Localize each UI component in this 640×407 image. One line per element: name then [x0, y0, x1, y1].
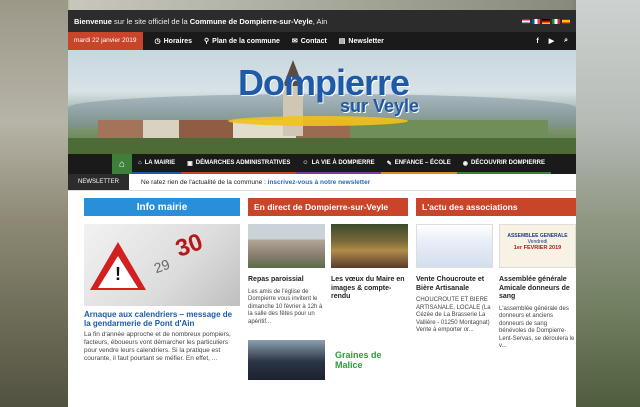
- list-item[interactable]: Repas paroissial Les amis de l'église de…: [248, 224, 325, 326]
- article-excerpt-repas: Les amis de l'église de Dompierre vous i…: [248, 288, 323, 325]
- calendar-warning-image[interactable]: ! 30 29: [84, 224, 240, 306]
- newsletter-bar: NEWSLETTER Ne ratez rien de l'actualité …: [68, 174, 576, 191]
- nav-plan-commune[interactable]: ⚲ Plan de la commune: [204, 37, 280, 46]
- newsletter-text: Ne ratez rien de l'actualité de la commu…: [141, 178, 371, 186]
- nav-la-mairie[interactable]: ⌂ LA MAIRIE: [132, 154, 182, 174]
- main-nav: ⌂ ⌂ LA MAIRIE ▣ DÉMARCHES ADMINISTRATIVES …: [68, 154, 576, 174]
- choucroute-poster: [416, 224, 493, 268]
- newspaper-icon: ▤: [338, 38, 346, 45]
- facebook-icon[interactable]: f: [536, 38, 538, 45]
- camera-icon: ◉: [462, 160, 468, 167]
- flag-de-icon[interactable]: [542, 18, 550, 24]
- flag-es-icon[interactable]: [562, 18, 570, 24]
- nav-enfance-ecole[interactable]: ✎ ENFANCE – ÉCOLE: [380, 154, 457, 174]
- language-flags: [522, 18, 570, 24]
- welcome-text: Bienvenue sur le site officiel de la Com…: [74, 16, 328, 26]
- nav-vie-dompierre[interactable]: ☺ LA VIE À DOMPIERRE: [296, 154, 381, 174]
- nav-newsletter[interactable]: ▤ Newsletter: [338, 37, 384, 46]
- article-title-repas[interactable]: Repas paroissial: [248, 276, 325, 285]
- list-item[interactable]: Vente Choucroute et Bière Artisanale CHO…: [416, 224, 493, 351]
- church-photo: [248, 224, 325, 268]
- header-banner: Dompierre sur Veyle: [68, 50, 576, 154]
- column-associations: L'actu des associations Vente Choucroute…: [416, 198, 576, 380]
- article-excerpt-choucroute: CHOUCROUTE ET BIERE ARTISANALE, LOCALE (…: [416, 297, 491, 333]
- article-excerpt-assemblee: L'assemblée générale des donneurs et anc…: [499, 305, 575, 350]
- article-title-assemblee[interactable]: Assemblée générale Amicale donneurs de s…: [499, 276, 576, 302]
- bank-icon: ⌂: [138, 160, 142, 166]
- article-title-choucroute[interactable]: Vente Choucroute et Bière Artisanale: [416, 276, 493, 293]
- column-en-direct: En direct de Dompierre-sur-Veyle Repas p…: [248, 198, 408, 380]
- welcome-bar: Bienvenue sur le site officiel de la Com…: [68, 10, 576, 32]
- home-icon[interactable]: ⌂: [112, 154, 132, 174]
- nav-contact[interactable]: ✉ Contact: [291, 37, 327, 46]
- associations-header[interactable]: L'actu des associations: [416, 198, 576, 216]
- people-icon: ☺: [302, 160, 309, 166]
- list-item[interactable]: Les vœux du Maire en images & compte-ren…: [331, 224, 408, 326]
- flag-it-icon[interactable]: [552, 18, 560, 24]
- list-item[interactable]: ASSEMBLEE GENERALE Vendredi 1er FEVRIER …: [499, 224, 576, 351]
- graines-de-malice-logo[interactable]: Graines de Malice: [331, 340, 408, 380]
- youtube-icon[interactable]: ▶: [549, 37, 554, 45]
- nav-horaires[interactable]: ◷ Horaires: [154, 37, 193, 46]
- utility-nav: mardi 22 janvier 2019 ◷ Horaires ⚲ Plan de…: [68, 32, 576, 50]
- site-logo-sub: sur Veyle: [340, 96, 420, 116]
- group-photo[interactable]: [248, 340, 325, 380]
- info-mairie-header[interactable]: Info mairie: [84, 198, 240, 216]
- article-title-voeux[interactable]: Les vœux du Maire en images & compte-ren…: [331, 276, 408, 302]
- flag-en-icon[interactable]: [522, 18, 530, 24]
- map-pin-icon: ⚲: [204, 38, 210, 45]
- newsletter-label: NEWSLETTER: [68, 174, 130, 190]
- background-left: [0, 0, 68, 407]
- file-icon: ▣: [187, 160, 193, 167]
- current-date: mardi 22 janvier 2019: [68, 32, 143, 50]
- column-info-mairie: Info mairie ! 30 29 Arnaque aux calendri…: [84, 198, 240, 380]
- article-excerpt-arnaque: La fin d'année approche et de nombreux p…: [84, 331, 231, 362]
- newsletter-signup-link[interactable]: inscrivez-vous à notre newsletter: [268, 179, 371, 186]
- nav-demarches[interactable]: ▣ DÉMARCHES ADMINISTRATIVES: [181, 154, 297, 174]
- background-right: [576, 0, 640, 407]
- clock-icon: ◷: [154, 38, 161, 45]
- nav-decouvrir[interactable]: ◉ DÉCOUVRIR DOMPIERRE: [456, 154, 551, 174]
- voeux-photo: [331, 224, 408, 268]
- content-columns: Info mairie ! 30 29 Arnaque aux calendri…: [84, 198, 576, 380]
- article-title-arnaque[interactable]: Arnaque aux calendriers – message de la …: [84, 310, 240, 328]
- child-icon: ✎: [386, 160, 392, 167]
- flag-fr-icon[interactable]: [532, 18, 540, 24]
- search-icon[interactable]: ⌕: [564, 37, 568, 45]
- en-direct-header[interactable]: En direct de Dompierre-sur-Veyle: [248, 198, 408, 216]
- envelope-icon: ✉: [291, 38, 298, 45]
- assemblee-poster: ASSEMBLEE GENERALE Vendredi 1er FEVRIER …: [499, 224, 576, 268]
